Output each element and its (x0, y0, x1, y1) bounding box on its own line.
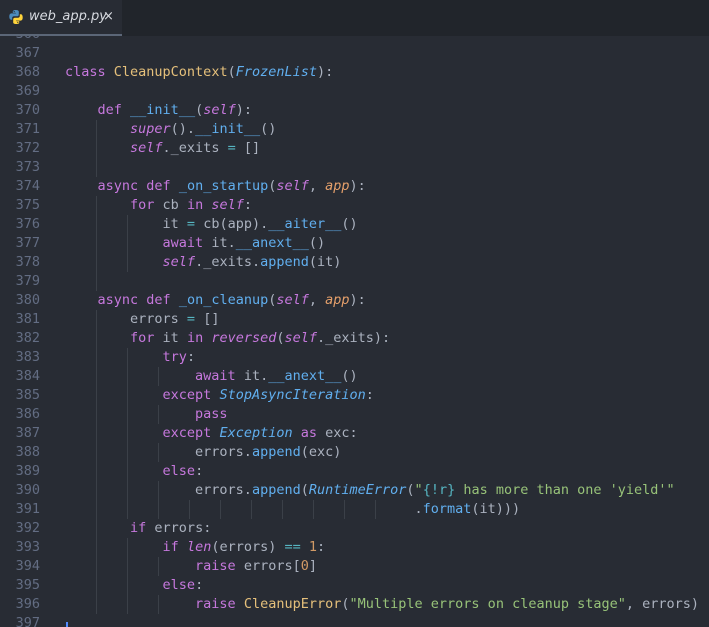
code-line[interactable]: 393 if len(errors) == 1: (0, 538, 709, 557)
line-number: 369 (15, 83, 40, 99)
line-number: 377 (15, 235, 40, 251)
line-number: 374 (15, 178, 40, 194)
line-number: 367 (15, 45, 40, 61)
code-line[interactable]: 375 for cb in self: (0, 196, 709, 215)
line-number: 395 (15, 577, 40, 593)
python-icon (9, 10, 23, 24)
line-number: 382 (15, 330, 40, 346)
code-line[interactable]: 380 async def _on_cleanup(self, app): (0, 291, 709, 310)
code-line[interactable]: 384 await it.__anext__() (0, 367, 709, 386)
line-number: 378 (15, 254, 40, 270)
code-line[interactable]: 366 (0, 36, 709, 44)
code-line[interactable]: 378 self._exits.append(it) (0, 253, 709, 272)
code-text: if errors: (130, 520, 212, 536)
line-number: 381 (15, 311, 40, 327)
code-line[interactable]: 386 pass (0, 405, 709, 424)
line-number: 392 (15, 520, 40, 536)
line-number: 388 (15, 444, 40, 460)
line-number: 366 (0, 36, 40, 44)
code-text: errors = [] (65, 311, 220, 327)
code-text: pass (195, 406, 228, 422)
line-number: 383 (15, 349, 40, 365)
line-number: 370 (15, 102, 40, 118)
line-number: 380 (15, 292, 40, 308)
code-editor[interactable]: 366367 368 class CleanupContext(FrozenList… (0, 36, 709, 627)
code-text: async def _on_cleanup(self, app): (97, 292, 366, 308)
code-text: it = cb(app).__aiter__() (65, 216, 358, 232)
code-line[interactable]: 373 (0, 158, 709, 177)
line-number: 394 (15, 558, 40, 574)
line-number: 376 (15, 216, 40, 232)
code-text: self._exits = [] (130, 140, 261, 156)
code-text: async def _on_startup(self, app): (97, 178, 366, 194)
text-cursor (66, 622, 68, 627)
code-text: def __init__(self): (97, 102, 252, 118)
code-line[interactable]: 394 raise errors[0] (0, 557, 709, 576)
code-line[interactable]: 385 except StopAsyncIteration: (0, 386, 709, 405)
code-text: for cb in self: (130, 197, 252, 213)
code-line[interactable]: 374 async def _on_startup(self, app): (0, 177, 709, 196)
code-line[interactable]: 379 (0, 272, 709, 291)
code-line[interactable]: 391 .format(it))) (0, 500, 709, 519)
line-number: 373 (15, 159, 40, 175)
line-number: 389 (15, 463, 40, 479)
tab-bar: web_app.py × (0, 0, 709, 36)
code-line[interactable]: 396 raise CleanupError("Multiple errors … (0, 595, 709, 614)
code-text: except Exception as exc: (162, 425, 358, 441)
code-line[interactable]: 382 for it in reversed(self._exits): (0, 329, 709, 348)
code-line[interactable]: 371 super().__init__() (0, 120, 709, 139)
code-line[interactable]: 376 it = cb(app).__aiter__() (0, 215, 709, 234)
code-line[interactable]: 368 class CleanupContext(FrozenList): (0, 63, 709, 82)
close-icon[interactable]: × (103, 9, 114, 25)
code-line[interactable]: 367 (0, 44, 709, 63)
code-text: self._exits.append(it) (162, 254, 342, 270)
code-text: else: (162, 463, 204, 479)
line-number: 371 (15, 121, 40, 137)
code-text: errors.append(RuntimeError("{!r} has mor… (65, 482, 675, 498)
line-number: 379 (15, 273, 40, 289)
line-number: 397 (15, 615, 40, 627)
code-line[interactable]: 395 else: (0, 576, 709, 595)
indent-guide (96, 272, 97, 291)
code-line[interactable]: 392 if errors: (0, 519, 709, 538)
code-line[interactable]: 389 else: (0, 462, 709, 481)
code-text: except StopAsyncIteration: (162, 387, 374, 403)
code-text: raise errors[0] (195, 558, 317, 574)
line-number: 368 (15, 64, 40, 80)
code-line[interactable]: 369 (0, 82, 709, 101)
tab-web-app-py[interactable]: web_app.py × (0, 0, 122, 36)
code-line[interactable]: 397 (0, 614, 709, 627)
code-line[interactable]: 370 def __init__(self): (0, 101, 709, 120)
line-number: 384 (15, 368, 40, 384)
code-text: class CleanupContext(FrozenList): (65, 64, 334, 80)
code-line[interactable]: 383 try: (0, 348, 709, 367)
tab-filename: web_app.py (29, 9, 107, 24)
code-line[interactable]: 372 self._exits = [] (0, 139, 709, 158)
line-number: 396 (15, 596, 40, 612)
code-line[interactable]: 381 errors = [] (0, 310, 709, 329)
code-line[interactable]: 377 await it.__anext__() (0, 234, 709, 253)
line-number: 372 (15, 140, 40, 156)
code-text: raise CleanupError("Multiple errors on c… (195, 596, 700, 612)
indent-guide (96, 158, 97, 177)
code-text: super().__init__() (130, 121, 277, 137)
code-line[interactable]: 388 errors.append(exc) (0, 443, 709, 462)
line-number: 390 (15, 482, 40, 498)
code-text: errors.append(exc) (65, 444, 342, 460)
code-text: else: (162, 577, 204, 593)
line-number: 387 (15, 425, 40, 441)
line-number: 386 (15, 406, 40, 422)
code-text: await it.__anext__() (162, 235, 326, 251)
code-text: try: (162, 349, 196, 365)
code-line[interactable]: 387 except Exception as exc: (0, 424, 709, 443)
code-text: await it.__anext__() (195, 368, 358, 384)
line-number: 393 (15, 539, 40, 555)
code-text: .format(it))) (65, 501, 521, 517)
code-text: if len(errors) == 1: (162, 539, 326, 555)
code-text: for it in reversed(self._exits): (130, 330, 391, 346)
code-line[interactable]: 390 errors.append(RuntimeError("{!r} has… (0, 481, 709, 500)
line-number: 385 (15, 387, 40, 403)
line-number: 391 (15, 501, 40, 517)
line-number: 375 (15, 197, 40, 213)
